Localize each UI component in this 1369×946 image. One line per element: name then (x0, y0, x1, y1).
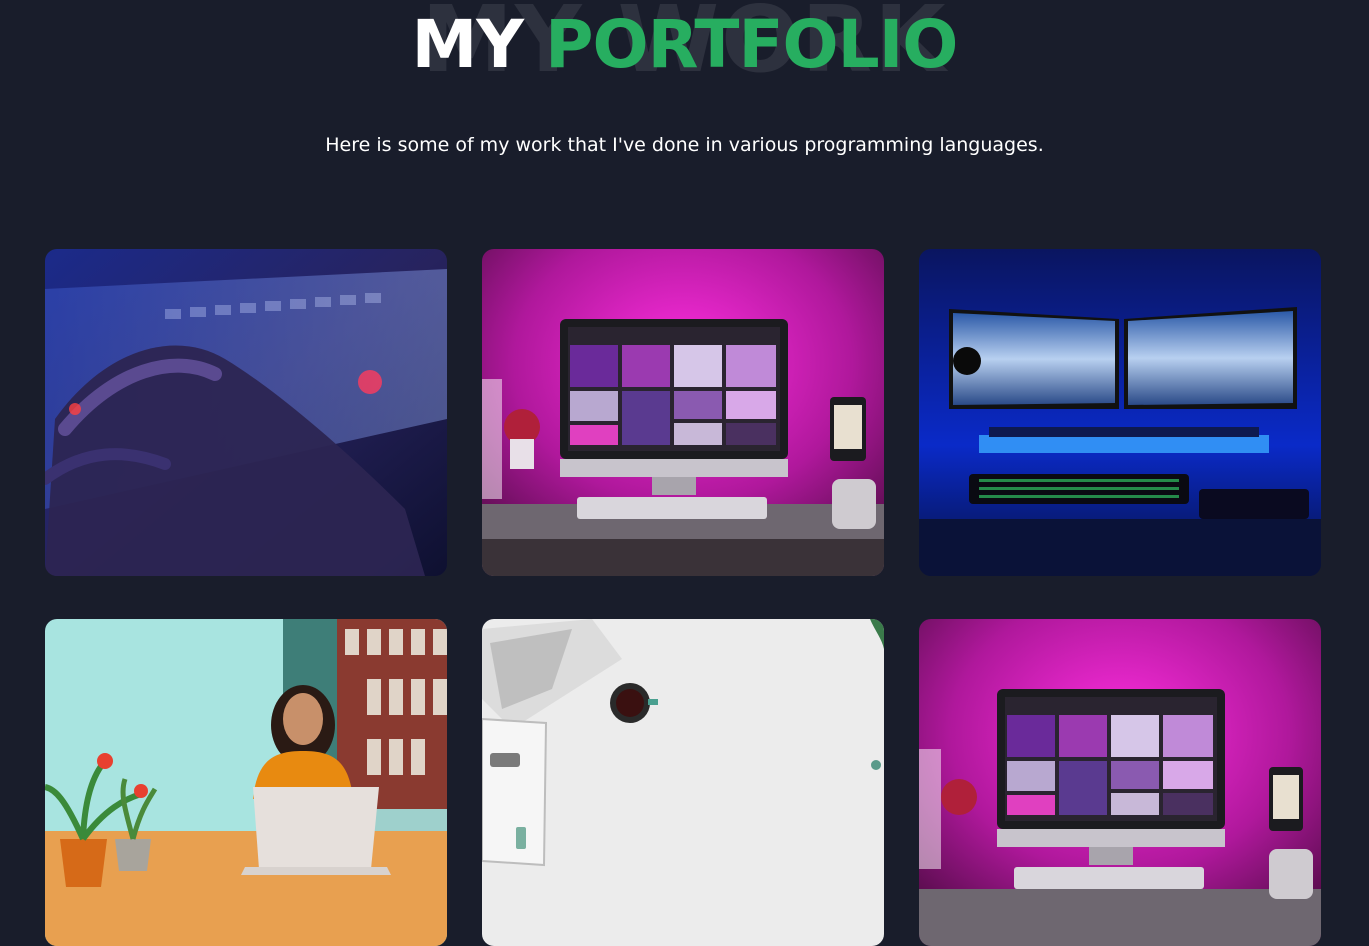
title-white-part: MY (411, 6, 524, 83)
portfolio-image-woman-laptop (45, 619, 447, 946)
portfolio-item[interactable] (482, 619, 884, 946)
portfolio-image-keyboard (45, 249, 447, 576)
section-heading: MY WORK MY PORTFOLIO (0, 0, 1369, 93)
portfolio-item[interactable] (45, 249, 447, 576)
portfolio-image-imac-desk-2 (919, 619, 1321, 946)
portfolio-image-white-desk (482, 619, 884, 946)
portfolio-item[interactable] (45, 619, 447, 946)
title-accent-part: PORTFOLIO (545, 6, 958, 83)
portfolio-item[interactable] (919, 619, 1321, 946)
portfolio-item[interactable] (482, 249, 884, 576)
portfolio-image-imac-desk (482, 249, 884, 576)
portfolio-item[interactable] (919, 249, 1321, 576)
page-title: MY PORTFOLIO (0, 6, 1369, 83)
portfolio-image-dual-monitor (919, 249, 1321, 576)
page-subtitle: Here is some of my work that I've done i… (325, 134, 1044, 156)
portfolio-grid (45, 249, 1321, 946)
